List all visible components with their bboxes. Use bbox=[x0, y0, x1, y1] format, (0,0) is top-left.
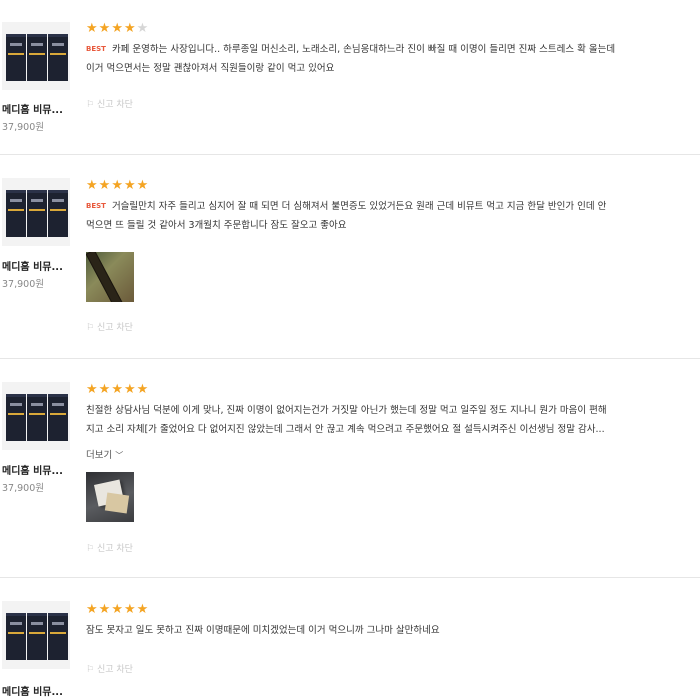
star-rating: ★★★★★ bbox=[86, 603, 149, 617]
product-price: 37,900원 bbox=[2, 483, 44, 494]
review-photo[interactable] bbox=[86, 252, 134, 302]
product-name[interactable]: 메디홈 비뮤... bbox=[2, 258, 63, 273]
star-filled-icon: ★ bbox=[123, 382, 137, 397]
report-block-link[interactable]: ⚐ 신고 차단 bbox=[86, 662, 133, 675]
chevron-down-icon: ﹀ bbox=[115, 451, 124, 460]
product-price: 37,900원 bbox=[2, 279, 44, 290]
product-thumbnail[interactable] bbox=[2, 178, 70, 246]
divider bbox=[0, 358, 700, 359]
review-text: BEST 카페 운영하는 사장입니다.. 하루종일 머신소리, 노래소리, 손님응… bbox=[86, 44, 616, 74]
star-filled-icon: ★ bbox=[98, 382, 112, 397]
star-filled-icon: ★ bbox=[111, 382, 124, 397]
star-filled-icon: ★ bbox=[86, 602, 99, 617]
show-more-button[interactable]: 더보기 ﹀ bbox=[86, 447, 123, 461]
star-filled-icon: ★ bbox=[123, 602, 137, 617]
divider bbox=[0, 154, 700, 155]
star-filled-icon: ★ bbox=[111, 178, 124, 193]
review-text: 친절한 상담사님 덕분에 이게 맞나, 진짜 이명이 없어지는건가 거짓말 아닌… bbox=[86, 405, 607, 435]
report-icon: ⚐ bbox=[86, 665, 95, 675]
report-icon: ⚐ bbox=[86, 323, 95, 333]
product-name[interactable]: 메디홈 비뮤... bbox=[2, 683, 63, 698]
divider bbox=[0, 577, 700, 578]
product-name[interactable]: 메디홈 비뮤... bbox=[2, 462, 63, 477]
star-filled-icon: ★ bbox=[86, 382, 99, 397]
report-icon: ⚐ bbox=[86, 100, 95, 110]
review-text: 잠도 못자고 일도 못하고 진짜 이명때문에 미치겠었는데 이거 먹으니까 그나… bbox=[86, 625, 440, 636]
star-filled-icon: ★ bbox=[136, 602, 150, 617]
star-filled-icon: ★ bbox=[111, 21, 124, 36]
product-thumbnail[interactable] bbox=[2, 22, 70, 90]
star-rating: ★★★★★ bbox=[86, 179, 149, 193]
review-photo[interactable] bbox=[86, 472, 134, 522]
star-empty-icon: ★ bbox=[136, 21, 150, 36]
product-thumbnail[interactable] bbox=[2, 382, 70, 450]
report-block-link[interactable]: ⚐ 신고 차단 bbox=[86, 320, 133, 333]
star-filled-icon: ★ bbox=[123, 21, 137, 36]
star-filled-icon: ★ bbox=[111, 602, 124, 617]
star-filled-icon: ★ bbox=[98, 602, 112, 617]
report-icon: ⚐ bbox=[86, 544, 95, 554]
report-block-link[interactable]: ⚐ 신고 차단 bbox=[86, 97, 133, 110]
best-badge: BEST bbox=[86, 45, 106, 53]
product-name[interactable]: 메디홈 비뮤... bbox=[2, 101, 63, 116]
product-price: 37,900원 bbox=[2, 122, 44, 133]
star-filled-icon: ★ bbox=[123, 178, 137, 193]
star-filled-icon: ★ bbox=[136, 382, 150, 397]
star-filled-icon: ★ bbox=[86, 178, 99, 193]
star-filled-icon: ★ bbox=[98, 21, 112, 36]
star-filled-icon: ★ bbox=[98, 178, 112, 193]
star-rating: ★★★★★ bbox=[86, 383, 149, 397]
report-block-link[interactable]: ⚐ 신고 차단 bbox=[86, 541, 133, 554]
star-rating: ★★★★★ bbox=[86, 22, 149, 36]
star-filled-icon: ★ bbox=[136, 178, 150, 193]
product-thumbnail[interactable] bbox=[2, 601, 70, 669]
review-text: BEST 거슬릴만치 자주 들리고 심지어 잘 때 되면 더 심해져서 불면증도 … bbox=[86, 201, 607, 231]
star-filled-icon: ★ bbox=[86, 21, 99, 36]
best-badge: BEST bbox=[86, 202, 106, 210]
